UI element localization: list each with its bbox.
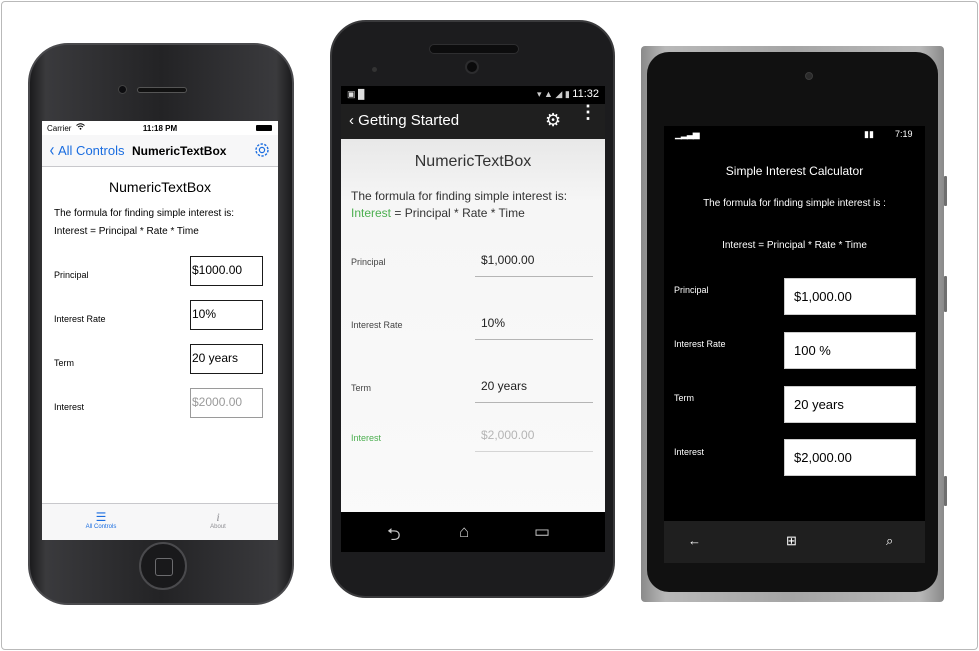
ios-tab-bar: ☰ All Controls i About [42, 503, 278, 540]
principal-input[interactable]: $1000.00 [190, 256, 263, 286]
ios-screen: Carrier 11:18 PM ‹ All Controls NumericT… [42, 121, 278, 540]
term-label: Term [351, 383, 371, 393]
interest-output: $2,000.00 [784, 439, 916, 476]
formula-interest-word: Interest [351, 206, 392, 220]
principal-label: Principal [54, 270, 89, 280]
tab-label: All Controls [85, 524, 117, 530]
power-button [944, 276, 947, 312]
interest-label: Interest [674, 447, 705, 457]
interest-rate-label: Interest Rate [674, 339, 726, 349]
term-label: Term [674, 393, 694, 403]
ios-content: NumericTextBox The formula for finding s… [42, 167, 278, 497]
formula-rest: = Principal * Rate * Time [391, 206, 525, 220]
ios-navigation-bar: ‹ All Controls NumericTextBox [42, 135, 278, 167]
term-input[interactable]: 20 years [475, 377, 593, 403]
android-content: NumericTextBox The formula for finding s… [341, 139, 605, 499]
front-camera [465, 60, 479, 74]
notification-icons: ▣ █ [347, 89, 365, 99]
back-button[interactable]: ‹ All Controls [49, 140, 125, 160]
status-time: 11:32 [572, 88, 599, 100]
windows-phone-screen: ▁▂▃▅ ▮▮ 7:19 Simple Interest Calculator … [664, 126, 925, 563]
gear-icon[interactable]: ⚙ [545, 110, 561, 131]
front-camera [805, 72, 813, 80]
iphone-device: Carrier 11:18 PM ‹ All Controls NumericT… [28, 43, 294, 605]
page-heading: NumericTextBox [109, 179, 211, 195]
volume-up-button [944, 176, 947, 206]
list-icon: ☰ [95, 510, 107, 524]
signal-icon: ▁▂▃▅ [675, 129, 700, 139]
formula-text: Interest = Principal * Rate * Time [54, 226, 199, 237]
principal-input[interactable]: $1,000.00 [475, 251, 593, 277]
info-icon: i [216, 510, 220, 524]
recents-icon[interactable]: ▭ [534, 522, 550, 542]
front-camera [118, 85, 127, 94]
android-status-bar: ▣ █ ▾ ▲ ◢ ▮ 11:32 [341, 86, 605, 104]
interest-rate-label: Interest Rate [54, 314, 106, 324]
nav-title: NumericTextBox [132, 144, 227, 158]
formula-description: The formula for finding simple interest … [54, 208, 235, 219]
formula-description: The formula for finding simple interest … [703, 198, 886, 209]
search-icon[interactable]: ⌕ [886, 533, 893, 549]
formula-text: Interest = Principal * Rate * Time [351, 206, 525, 220]
android-device: ▣ █ ▾ ▲ ◢ ▮ 11:32 ‹ Getting Started ⚙ ⋮ … [330, 20, 615, 598]
status-right: ▾ ▲ ◢ ▮ 11:32 [537, 88, 599, 100]
tab-label: About [210, 524, 226, 530]
term-input[interactable]: 20 years [784, 386, 916, 423]
back-icon[interactable]: ⮌ [387, 522, 401, 551]
interest-label: Interest [54, 402, 85, 412]
page-heading: NumericTextBox [414, 153, 532, 170]
battery-icon: ▮▮ [864, 129, 874, 139]
interest-rate-input[interactable]: 10% [190, 300, 263, 330]
interest-rate-input[interactable]: 100 % [784, 332, 916, 369]
earpiece-speaker [429, 44, 519, 54]
home-icon[interactable]: ⌂ [459, 522, 469, 542]
term-input[interactable]: 20 years [190, 344, 263, 374]
back-navigation[interactable]: ‹ Getting Started [349, 112, 459, 129]
status-time: 11:18 PM [142, 124, 178, 133]
interest-output: $2,000.00 [475, 426, 593, 452]
overflow-menu-icon[interactable]: ⋮ [579, 103, 597, 121]
status-icons: ▾ ▲ ◢ ▮ [536, 89, 573, 99]
principal-label: Principal [674, 285, 709, 295]
home-button[interactable] [139, 542, 187, 590]
android-action-bar: ‹ Getting Started ⚙ ⋮ [341, 103, 605, 139]
interest-rate-label: Interest Rate [351, 320, 403, 330]
interest-label: Interest [351, 433, 382, 443]
back-arrow-icon[interactable]: ← [688, 533, 701, 548]
windows-start-icon[interactable]: ⊞ [786, 533, 797, 549]
tab-about[interactable]: i About [188, 510, 248, 530]
chevron-left-icon: ‹ [349, 112, 354, 129]
battery-icon [256, 125, 272, 131]
android-navigation-bar: ⮌ ⌂ ▭ [341, 512, 605, 552]
term-label: Term [54, 358, 74, 368]
formula-description: The formula for finding simple interest … [351, 189, 568, 203]
android-screen: ▣ █ ▾ ▲ ◢ ▮ 11:32 ‹ Getting Started ⚙ ⋮ … [341, 86, 605, 552]
page-title: Simple Interest Calculator [725, 164, 864, 178]
proximity-sensor [372, 67, 377, 72]
principal-input[interactable]: $1,000.00 [784, 278, 916, 315]
earpiece-speaker [137, 87, 187, 93]
tab-all-controls[interactable]: ☰ All Controls [71, 510, 131, 530]
formula-text: Interest = Principal * Rate * Time [722, 240, 867, 251]
camera-button [944, 476, 947, 506]
windows-phone-device: ▁▂▃▅ ▮▮ 7:19 Simple Interest Calculator … [641, 46, 947, 602]
wp-status-bar: ▁▂▃▅ ▮▮ 7:19 [664, 126, 925, 144]
back-button-label: All Controls [58, 143, 125, 158]
gear-icon[interactable] [253, 141, 271, 159]
interest-output: $2000.00 [190, 388, 263, 418]
ios-status-bar: Carrier 11:18 PM [42, 121, 278, 135]
chevron-left-icon: ‹ [49, 140, 55, 160]
interest-rate-input[interactable]: 10% [475, 314, 593, 340]
action-bar-title: Getting Started [358, 112, 460, 129]
wp-navigation-bar: ← ⊞ ⌕ [664, 521, 925, 563]
principal-label: Principal [351, 257, 386, 267]
status-time: 7:19 [895, 129, 913, 139]
